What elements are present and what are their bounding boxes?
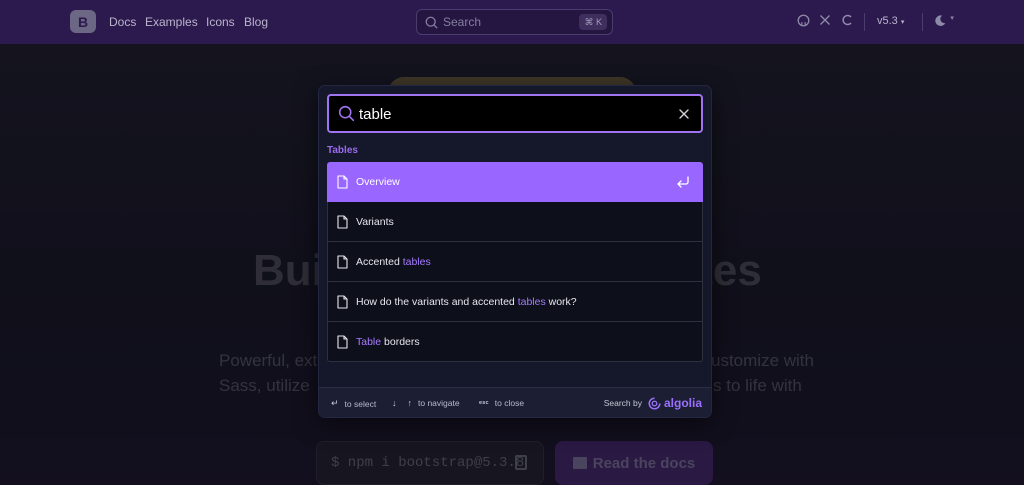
esc-key: esc	[479, 400, 489, 406]
result-text: work?	[545, 295, 577, 308]
result-highlight: Table	[356, 335, 382, 348]
select-hint-label: to select	[344, 398, 377, 409]
search-results-list: Overview Variants Accented tables How do th…	[327, 162, 703, 362]
result-text: Overview	[356, 176, 400, 188]
search-result-title: Overview	[356, 176, 400, 188]
x-twitter-icon[interactable]	[819, 14, 831, 29]
result-text: borders	[381, 335, 420, 348]
results-section-title: Tables	[327, 145, 358, 156]
search-icon	[425, 16, 438, 29]
opencollective-icon[interactable]	[842, 14, 854, 29]
github-icon[interactable]	[797, 14, 810, 30]
search-by-label: Search by	[603, 398, 642, 408]
search-shortcut-badge: ⌘ K	[579, 14, 607, 30]
moon-icon	[935, 15, 946, 26]
search-result-title: How do the variants and accented tables …	[356, 296, 577, 308]
navbar-search-placeholder: Search	[443, 15, 482, 29]
document-icon	[337, 334, 348, 349]
search-input[interactable]	[359, 103, 659, 125]
algolia-logo: algolia	[648, 396, 702, 410]
search-icon	[338, 105, 355, 122]
search-form	[327, 94, 703, 133]
arrow-down-icon: ↓	[392, 398, 397, 408]
result-highlight: tables	[402, 255, 431, 268]
result-text: Variants	[356, 215, 394, 228]
document-icon	[337, 175, 348, 189]
search-result-item[interactable]: How do the variants and accented tables …	[327, 282, 703, 322]
search-result-item[interactable]: Table borders	[327, 322, 703, 362]
navigate-hint-label: to navigate	[418, 398, 460, 408]
search-result-item[interactable]: Overview	[327, 162, 703, 202]
result-text: Accented	[356, 255, 403, 268]
search-by-algolia[interactable]: Search by algolia	[604, 396, 702, 410]
close-hint-label: to close	[494, 398, 525, 408]
algolia-wordmark: algolia	[663, 396, 702, 410]
nav-link-examples[interactable]: Examples	[145, 15, 198, 29]
arrow-up-icon: ↑	[407, 398, 413, 408]
theme-toggle[interactable]: ▾	[934, 14, 954, 30]
close-hint: esc to close	[479, 398, 524, 408]
version-dropdown[interactable]: v5.3 ▾	[877, 15, 904, 27]
search-result-title: Variants	[356, 216, 394, 228]
search-result-title: Accented tables	[356, 256, 431, 268]
navbar-divider	[864, 13, 865, 31]
search-result-item[interactable]: Accented tables	[327, 242, 703, 282]
enter-icon	[677, 176, 689, 188]
nav-link-docs[interactable]: Docs	[109, 15, 136, 29]
bootstrap-logo[interactable]: B	[70, 10, 96, 33]
navbar-search-button[interactable]: Search ⌘ K	[416, 9, 613, 35]
search-result-title: Table borders	[356, 336, 420, 348]
enter-key-icon: ↵	[331, 398, 339, 408]
navbar: B Docs Examples Icons Blog Search ⌘ K v5…	[0, 0, 1024, 44]
search-result-item[interactable]: Variants	[327, 202, 703, 242]
nav-link-blog[interactable]: Blog	[244, 15, 268, 29]
result-text: How do the variants and accented	[356, 295, 518, 308]
document-icon	[337, 254, 348, 269]
algolia-icon	[648, 396, 661, 409]
document-icon	[337, 214, 348, 229]
clear-search-button[interactable]	[675, 105, 693, 123]
search-footer: ↵ to select ↓ ↑ to navigate esc to close…	[319, 387, 711, 417]
chevron-down-icon: ▾	[900, 19, 905, 26]
select-hint: ↵ to select	[331, 398, 376, 409]
close-icon	[679, 109, 689, 119]
version-label: v5.3	[877, 15, 898, 27]
chevron-down-icon: ▾	[950, 15, 954, 22]
result-highlight: tables	[517, 295, 546, 308]
search-modal: Tables OverviewVariantsAccented tablesHo…	[319, 86, 711, 417]
nav-link-icons[interactable]: Icons	[206, 15, 235, 29]
navigate-hint: ↓ ↑ to navigate	[392, 398, 460, 408]
navbar-divider	[922, 13, 923, 31]
document-icon	[337, 294, 348, 309]
